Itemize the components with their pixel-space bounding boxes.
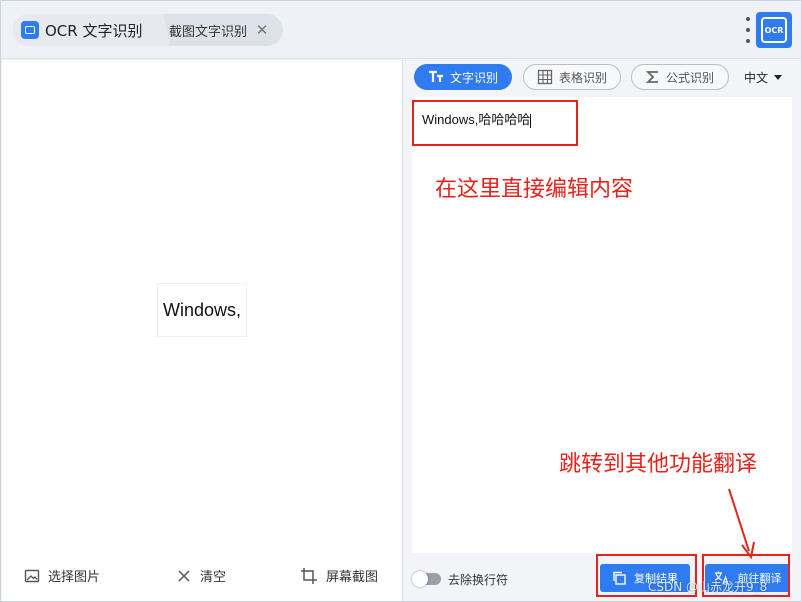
more-vertical-icon[interactable] xyxy=(745,17,751,43)
crop-icon xyxy=(301,567,317,584)
annotation-edit-hint: 在这里直接编辑内容 xyxy=(435,177,634,202)
watermark: CSDN @山赤龙开9_8 xyxy=(648,580,768,594)
text-cursor xyxy=(530,113,532,128)
screen-capture-button[interactable]: 屏幕截图 xyxy=(300,566,378,585)
preview-text: Windows, xyxy=(162,299,242,320)
left-toolbar: 选择图片 清空 屏幕截图 xyxy=(2,558,402,598)
clear-button[interactable]: 清空 xyxy=(176,566,226,585)
annotation-arrow xyxy=(728,488,755,560)
tab-group: OCR 文字识别 截图文字识别 ✕ xyxy=(13,14,283,46)
ocr-logo: OCR xyxy=(756,12,792,48)
text-icon xyxy=(428,70,443,82)
language-value: 中文 xyxy=(744,71,769,85)
copy-icon xyxy=(613,571,626,585)
select-image-button[interactable]: 选择图片 xyxy=(24,566,100,585)
remove-linebreak-toggle[interactable] xyxy=(412,571,441,587)
editor-content: Windows,哈哈哈哈 xyxy=(422,112,531,127)
tab-label: OCR 文字识别 xyxy=(45,21,143,40)
close-icon[interactable]: ✕ xyxy=(255,21,269,39)
mode-label: 表格识别 xyxy=(558,70,607,85)
clear-label: 清空 xyxy=(200,570,227,585)
mode-table-recognition[interactable]: 表格识别 xyxy=(523,64,621,90)
preview-image: Windows, xyxy=(158,284,246,336)
tab-label: 截图文字识别 xyxy=(169,24,248,40)
title-bar: OCR 文字识别 截图文字识别 ✕ OCR xyxy=(1,1,801,59)
table-icon xyxy=(537,69,553,85)
app-icon xyxy=(21,21,39,39)
tab-screenshot-ocr[interactable]: 截图文字识别 ✕ xyxy=(169,14,269,46)
editor-text[interactable]: Windows,哈哈哈哈 xyxy=(422,109,532,128)
sigma-icon xyxy=(645,71,658,83)
mode-label: 公式识别 xyxy=(665,70,714,85)
screen-capture-label: 屏幕截图 xyxy=(326,570,379,585)
mode-text-recognition[interactable]: 文字识别 xyxy=(414,64,512,90)
mode-formula-recognition[interactable]: 公式识别 xyxy=(631,64,729,90)
close-icon xyxy=(178,569,190,582)
tab-ocr-text[interactable]: OCR 文字识别 xyxy=(13,14,161,46)
image-preview-pane: Windows, 选择图片 清空 屏幕截图 xyxy=(2,60,403,601)
mode-label: 文字识别 xyxy=(449,70,498,85)
ocr-badge-text: OCR xyxy=(761,17,787,43)
select-image-label: 选择图片 xyxy=(48,570,101,585)
language-select[interactable]: 中文 xyxy=(744,69,783,86)
toggle-label: 去除换行符 xyxy=(448,573,509,587)
annotation-jump-hint: 跳转到其他功能翻译 xyxy=(559,452,758,477)
app-window: OCR 文字识别 截图文字识别 ✕ OCR Windows, 选择图片 清空 屏… xyxy=(0,0,802,602)
caret-down-icon xyxy=(774,75,783,80)
image-icon xyxy=(24,569,40,582)
